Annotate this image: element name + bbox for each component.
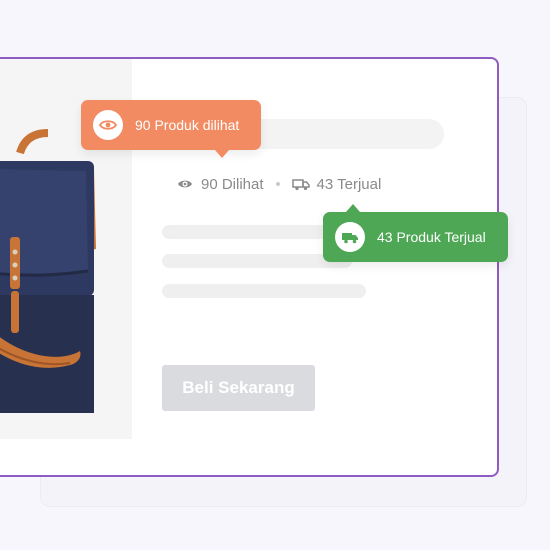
separator-dot bbox=[275, 182, 280, 186]
sold-tooltip-text: 43 Produk Terjual bbox=[377, 229, 486, 245]
views-stat: 90 Dilihat bbox=[176, 176, 264, 193]
eye-icon bbox=[176, 177, 194, 191]
views-tooltip: 90 Produk dilihat bbox=[81, 100, 262, 158]
eye-icon bbox=[93, 110, 123, 140]
views-count: 90 Dilihat bbox=[201, 175, 264, 193]
sold-count: 43 Terjual bbox=[316, 175, 382, 193]
tooltip-arrow bbox=[215, 150, 229, 158]
truck-icon bbox=[291, 177, 310, 191]
buy-now-button[interactable]: Beli Sekarang bbox=[162, 365, 315, 411]
tooltip-arrow bbox=[346, 204, 360, 212]
sold-stat: 43 Terjual bbox=[291, 175, 382, 193]
truck-icon bbox=[335, 222, 365, 252]
views-tooltip-text: 90 Produk dilihat bbox=[135, 117, 240, 133]
product-stats: 90 Dilihat 43 Terjual bbox=[176, 173, 381, 195]
description-placeholder bbox=[162, 284, 366, 298]
sold-tooltip: 43 Produk Terjual bbox=[323, 204, 508, 262]
